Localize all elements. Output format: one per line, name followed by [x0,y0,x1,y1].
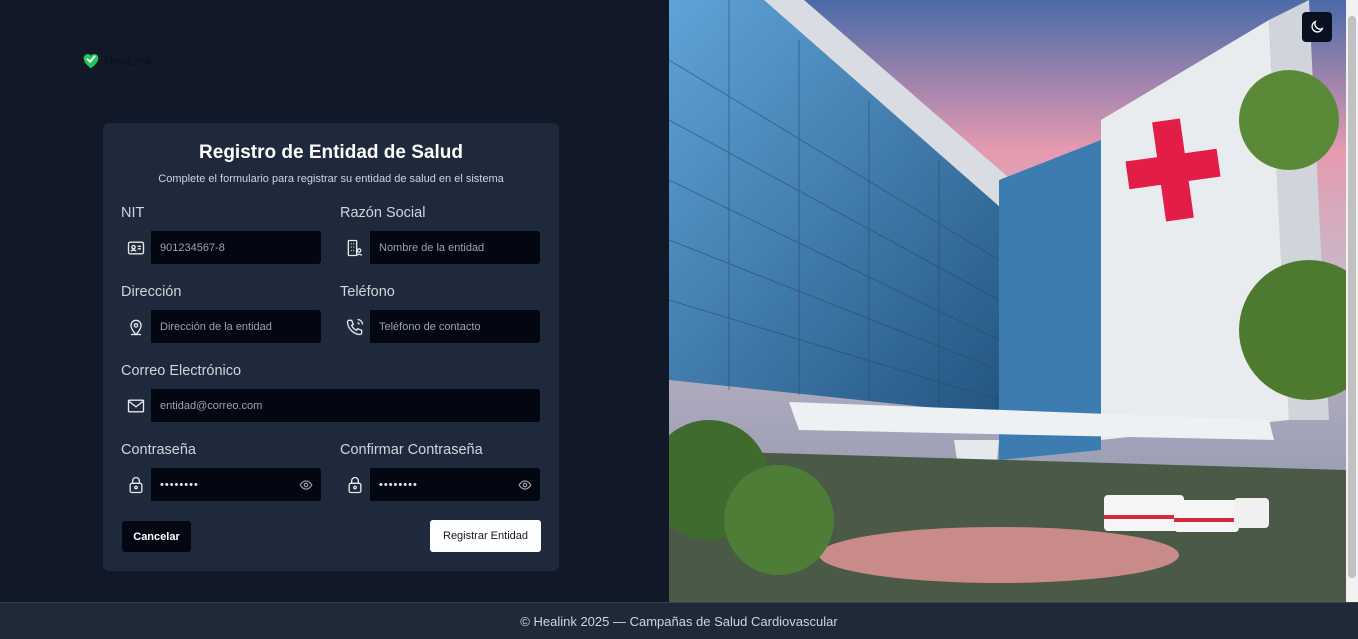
direccion-input[interactable] [151,310,321,343]
direccion-label: Dirección [121,284,182,300]
footer-text: © Healink 2025 — Campañas de Salud Cardi… [520,613,838,629]
brand-name: HeaLink [104,52,153,68]
id-card-icon [121,231,151,264]
register-button[interactable]: Registrar Entidad [430,520,541,552]
razon-social-field-wrapper [340,231,540,264]
theme-toggle-button[interactable] [1302,12,1332,42]
nit-label: NIT [121,205,145,221]
form-subtitle: Complete el formulario para registrar su… [158,173,504,185]
confirmar-label: Confirmar Contraseña [340,442,483,458]
lock-icon [121,468,151,501]
telefono-input[interactable] [370,310,540,343]
map-pin-icon [121,310,151,343]
building-icon [340,231,370,264]
razon-social-label: Razón Social [340,205,426,221]
direccion-field-wrapper [121,310,321,343]
left-pane: HeaLink Registro de Entidad de Salud Com… [0,0,669,602]
mail-icon [121,389,151,422]
correo-label: Correo Electrónico [121,363,242,379]
telefono-label: Teléfono [340,284,395,300]
contrasena-field-wrapper: •••••••• [121,468,321,501]
footer: © Healink 2025 — Campañas de Salud Cardi… [0,602,1358,639]
correo-field-wrapper [121,389,540,422]
form-title: Registro de Entidad de Salud [199,142,463,163]
contrasena-input[interactable]: •••••••• [151,468,321,501]
telefono-field-wrapper [340,310,540,343]
eye-icon[interactable] [299,478,313,492]
hospital-illustration [669,0,1346,602]
cancel-button[interactable]: Cancelar [122,521,191,552]
nit-input[interactable] [151,231,321,264]
lock-icon [340,468,370,501]
nit-field-wrapper [121,231,321,264]
confirmar-field-wrapper: •••••••• [340,468,540,501]
moon-icon [1311,20,1324,33]
confirmar-input[interactable]: •••••••• [370,468,540,501]
contrasena-label: Contraseña [121,442,196,458]
hospital-image [669,0,1346,602]
phone-icon [340,310,370,343]
razon-social-input[interactable] [370,231,540,264]
correo-input[interactable] [151,389,540,422]
eye-icon[interactable] [518,478,532,492]
logo[interactable]: HeaLink [80,48,153,72]
heart-logo-icon [83,54,99,69]
registration-card: Registro de Entidad de Salud Complete el… [103,123,559,571]
scrollbar-thumb[interactable] [1348,16,1356,578]
